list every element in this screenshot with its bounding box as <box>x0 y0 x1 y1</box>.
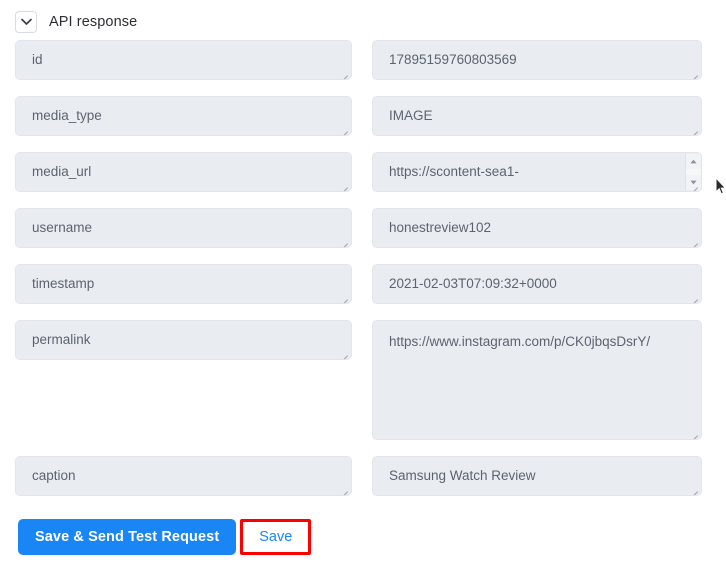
resize-grip-icon[interactable] <box>338 346 349 357</box>
scroll-down-arrow-icon[interactable] <box>685 175 701 190</box>
chevron-down-glyph <box>20 18 32 25</box>
field-value-scrollbar[interactable] <box>685 154 701 190</box>
field-value-text: https://scontent-sea1- <box>389 163 519 179</box>
field-row: timestamp 2021-02-03T07:09:32+0000 <box>0 264 726 304</box>
field-key-text: username <box>32 219 93 235</box>
save-button-wrapper: Save <box>240 519 312 555</box>
api-response-section-header: API response <box>15 10 137 34</box>
field-value-text: IMAGE <box>389 107 433 123</box>
field-value-input[interactable]: https://scontent-sea1- <box>372 152 702 192</box>
field-row: media_type IMAGE <box>0 96 726 136</box>
save-and-send-test-request-button[interactable]: Save & Send Test Request <box>18 519 237 555</box>
resize-grip-icon[interactable] <box>338 290 349 301</box>
field-row: caption Samsung Watch Review <box>0 456 726 496</box>
field-key-input[interactable]: timestamp <box>15 264 352 304</box>
field-key-input[interactable]: caption <box>15 456 352 496</box>
field-row: media_url https://scontent-sea1- <box>0 152 726 192</box>
resize-grip-icon[interactable] <box>688 234 699 245</box>
scroll-up-arrow-icon[interactable] <box>685 154 701 169</box>
field-key-input[interactable]: media_type <box>15 96 352 136</box>
field-value-input[interactable]: Samsung Watch Review <box>372 456 702 496</box>
field-value-text: https://www.instagram.com/p/CK0jbqsDsrY/ <box>389 334 651 349</box>
field-value-text: Samsung Watch Review <box>389 467 536 483</box>
field-key-text: caption <box>32 467 76 483</box>
field-row: permalink https://www.instagram.com/p/CK0… <box>0 320 726 440</box>
field-value-input[interactable]: IMAGE <box>372 96 702 136</box>
resize-grip-icon[interactable] <box>338 234 349 245</box>
field-value-input[interactable]: https://www.instagram.com/p/CK0jbqsDsrY/ <box>372 320 702 440</box>
field-key-input[interactable]: permalink <box>15 320 352 360</box>
save-button[interactable]: Save <box>259 529 292 545</box>
field-key-text: id <box>32 51 43 67</box>
resize-grip-icon[interactable] <box>688 122 699 133</box>
form-actions: Save & Send Test Request Save <box>18 519 312 555</box>
field-value-input[interactable]: honestreview102 <box>372 208 702 248</box>
resize-grip-icon[interactable] <box>338 178 349 189</box>
chevron-down-icon[interactable] <box>15 11 37 33</box>
field-value-text: 17895159760803569 <box>389 51 517 67</box>
field-key-input[interactable]: media_url <box>15 152 352 192</box>
resize-grip-icon[interactable] <box>688 290 699 301</box>
field-key-input[interactable]: username <box>15 208 352 248</box>
resize-grip-icon[interactable] <box>338 482 349 493</box>
field-value-text: 2021-02-03T07:09:32+0000 <box>389 275 557 291</box>
field-value-input[interactable]: 2021-02-03T07:09:32+0000 <box>372 264 702 304</box>
field-value-text: honestreview102 <box>389 219 492 235</box>
resize-grip-icon[interactable] <box>338 66 349 77</box>
field-value-input[interactable]: 17895159760803569 <box>372 40 702 80</box>
resize-grip-icon[interactable] <box>688 66 699 77</box>
field-key-text: media_url <box>32 163 92 179</box>
field-key-text: media_type <box>32 107 102 123</box>
page-title: API response <box>49 14 138 30</box>
field-key-text: permalink <box>32 331 91 347</box>
field-row: username honestreview102 <box>0 208 726 248</box>
field-key-text: timestamp <box>32 275 95 291</box>
api-response-field-list: id 17895159760803569 media_type IMAGE media_… <box>0 40 726 512</box>
resize-grip-icon[interactable] <box>688 426 699 437</box>
resize-grip-icon[interactable] <box>338 122 349 133</box>
field-row: id 17895159760803569 <box>0 40 726 80</box>
resize-grip-icon[interactable] <box>688 482 699 493</box>
field-key-input[interactable]: id <box>15 40 352 80</box>
